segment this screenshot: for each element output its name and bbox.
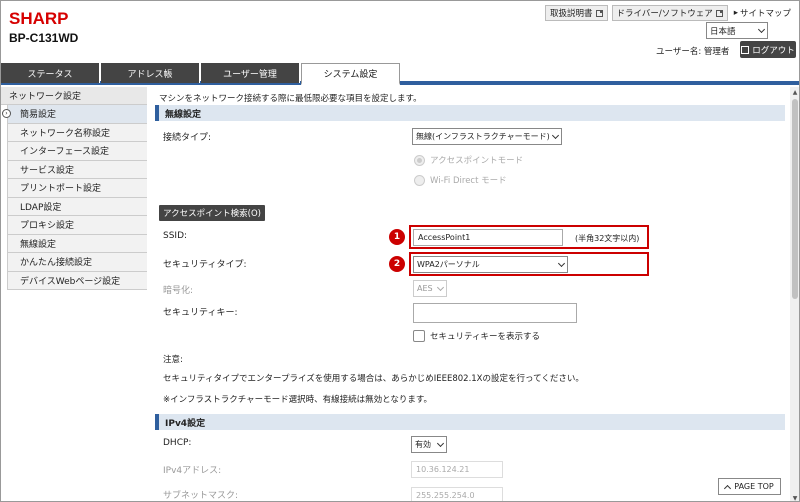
radio-button — [414, 174, 425, 186]
show-key-checkbox[interactable] — [413, 330, 425, 342]
top-links: 取扱説明書 ドライバー/ソフトウェア ▸ サイトマップ — [544, 5, 793, 21]
tab-system-settings[interactable]: システム設定 — [301, 63, 400, 85]
security-key-label: セキュリティキー: — [163, 308, 238, 318]
sidebar-item-label: デバイスWebページ設定 — [20, 276, 121, 287]
sidebar-item-label: かんたん接続設定 — [20, 258, 93, 269]
subnet-mask-label: サブネットマスク: — [163, 491, 239, 501]
dhcp-select[interactable]: 有効 — [411, 436, 447, 453]
sidebar-item-service[interactable]: サービス設定 — [7, 160, 147, 179]
radio-access-point-label: アクセスポイントモード — [430, 156, 524, 166]
driver-link-label: ドライバー/ソフトウェア — [616, 9, 713, 19]
sharp-logo: SHARP — [9, 9, 69, 28]
scrollbar-thumb[interactable] — [792, 99, 798, 299]
sidebar-item-wireless[interactable]: 無線設定 — [7, 234, 147, 253]
security-type-value: WPA2パーソナル — [417, 260, 480, 269]
sidebar-item-label: 無線設定 — [20, 239, 57, 250]
sidebar-item-label: サービス設定 — [20, 165, 75, 176]
driver-software-link[interactable]: ドライバー/ソフトウェア — [611, 5, 728, 21]
scroll-down-arrow-icon[interactable]: ▼ — [790, 493, 799, 502]
subnet-mask-input[interactable]: 255.255.254.0 — [411, 487, 503, 501]
external-link-icon — [595, 9, 603, 17]
tab-status[interactable]: ステータス — [1, 63, 100, 83]
logout-icon — [741, 45, 750, 54]
sidebar-item-label: プリントポート設定 — [20, 184, 102, 195]
access-point-search-button[interactable]: アクセスポイント検索(O) — [159, 205, 265, 221]
sidebar-item-easy-connect[interactable]: かんたん接続設定 — [7, 253, 147, 272]
sidebar-item-device-web-page[interactable]: デバイスWebページ設定 — [7, 271, 147, 290]
sitemap-link[interactable]: ▸ サイトマップ — [732, 6, 793, 20]
dhcp-label: DHCP: — [163, 438, 192, 448]
callout-badge-1: 1 — [389, 229, 405, 245]
sidebar-heading[interactable]: ネットワーク設定 — [1, 87, 147, 105]
radio-wifi-direct-label: Wi-Fi Direct モード — [430, 176, 507, 186]
language-select[interactable]: 日本語 — [706, 22, 768, 39]
ssid-hint: (半角32文字以内) — [575, 234, 640, 243]
tab-address-book[interactable]: アドレス帳 — [101, 63, 200, 83]
show-key-label: セキュリティキーを表示する — [430, 332, 540, 342]
language-value: 日本語 — [710, 26, 736, 37]
sitemap-label: サイトマップ — [739, 9, 791, 19]
user-name: ユーザー名: 管理者 — [656, 47, 730, 57]
ssid-input[interactable]: AccessPoint1 — [413, 229, 563, 246]
logout-label: ログアウト — [752, 45, 795, 56]
radio-wifi-direct-mode[interactable]: Wi-Fi Direct モード — [414, 174, 507, 186]
radio-button — [414, 154, 425, 166]
sidebar-item-label: インターフェース設定 — [20, 147, 110, 158]
logout-button[interactable]: ログアウト — [740, 41, 796, 58]
sidebar-item-label: 簡易設定 — [20, 110, 57, 121]
caret-up-icon — [724, 484, 732, 492]
main-content: マシンをネットワーク接続する際に最低限必要な項目を設定します。 無線設定 接続タ… — [155, 87, 787, 501]
intro-text: マシンをネットワーク接続する際に最低限必要な項目を設定します。 — [159, 94, 422, 104]
chevron-right-icon: › — [2, 109, 11, 118]
sidebar-item-interface[interactable]: インターフェース設定 — [7, 142, 147, 161]
chevron-down-icon — [551, 131, 560, 139]
sidebar-item-quick-setup[interactable]: › 簡易設定 — [2, 105, 147, 124]
page-top-button[interactable]: PAGE TOP — [718, 478, 781, 495]
sidebar-item-label: ネットワーク名称設定 — [20, 128, 111, 139]
dhcp-value: 有効 — [415, 440, 431, 449]
radio-access-point-mode[interactable]: アクセスポイントモード — [414, 154, 523, 166]
chevron-down-icon — [436, 439, 445, 447]
manual-link-label: 取扱説明書 — [549, 9, 593, 19]
sidebar-item-label: LDAP設定 — [20, 202, 62, 213]
connection-type-label: 接続タイプ: — [163, 133, 212, 143]
vertical-scrollbar[interactable]: ▲ ▼ — [790, 87, 799, 502]
connection-type-select[interactable]: 無線(インフラストラクチャーモード) — [412, 128, 562, 145]
note-infrastructure: ※インフラストラクチャーモード選択時、有線接続は無効となります。 — [163, 395, 433, 405]
security-type-select[interactable]: WPA2パーソナル — [413, 256, 568, 273]
browser-frame: SHARP BP-C131WD 取扱説明書 ドライバー/ソフトウェア ▸ サイト… — [0, 0, 800, 502]
external-link-icon — [715, 9, 723, 17]
sidebar-item-ldap[interactable]: LDAP設定 — [7, 197, 147, 216]
chevron-down-icon — [436, 283, 445, 291]
model-name: BP-C131WD — [9, 31, 79, 45]
sidebar-item-label: プロキシ設定 — [20, 221, 75, 232]
callout-badge-2: 2 — [389, 256, 405, 272]
ipv4-address-input[interactable]: 10.36.124.21 — [411, 461, 503, 478]
sidebar-item-print-port[interactable]: プリントポート設定 — [7, 179, 147, 198]
chevron-down-icon — [557, 259, 566, 267]
sidebar-item-proxy[interactable]: プロキシ設定 — [7, 216, 147, 235]
wireless-section-heading: 無線設定 — [155, 105, 785, 121]
connection-type-value: 無線(インフラストラクチャーモード) — [416, 132, 550, 141]
manual-link[interactable]: 取扱説明書 — [544, 5, 608, 21]
encryption-select[interactable]: AES — [413, 280, 447, 297]
sitemap-icon: ▸ — [733, 8, 738, 18]
main-tabs: ステータス アドレス帳 ユーザー管理 システム設定 — [1, 63, 799, 85]
ipv4-address-label: IPv4アドレス: — [163, 466, 222, 476]
ssid-label: SSID: — [163, 231, 188, 241]
encryption-label: 暗号化: — [163, 286, 194, 296]
page-top-label: PAGE TOP — [734, 482, 774, 491]
ipv4-section-heading: IPv4設定 — [155, 414, 785, 430]
note-title: 注意: — [163, 355, 183, 365]
note-enterprise: セキュリティタイプでエンタープライズを使用する場合は、あらかじめIEEE802.… — [163, 374, 584, 384]
sidebar: ネットワーク設定 › 簡易設定 ネットワーク名称設定 インターフェース設定 サー… — [1, 87, 147, 501]
sidebar-item-network-name[interactable]: ネットワーク名称設定 — [7, 123, 147, 142]
chevron-down-icon — [757, 25, 766, 33]
security-key-input[interactable] — [413, 303, 577, 323]
scroll-up-arrow-icon[interactable]: ▲ — [790, 87, 799, 97]
tab-user-management[interactable]: ユーザー管理 — [201, 63, 300, 83]
show-key-checkbox-row[interactable]: セキュリティキーを表示する — [413, 330, 540, 342]
encryption-value: AES — [417, 284, 433, 293]
security-type-label: セキュリティタイプ: — [163, 260, 247, 270]
